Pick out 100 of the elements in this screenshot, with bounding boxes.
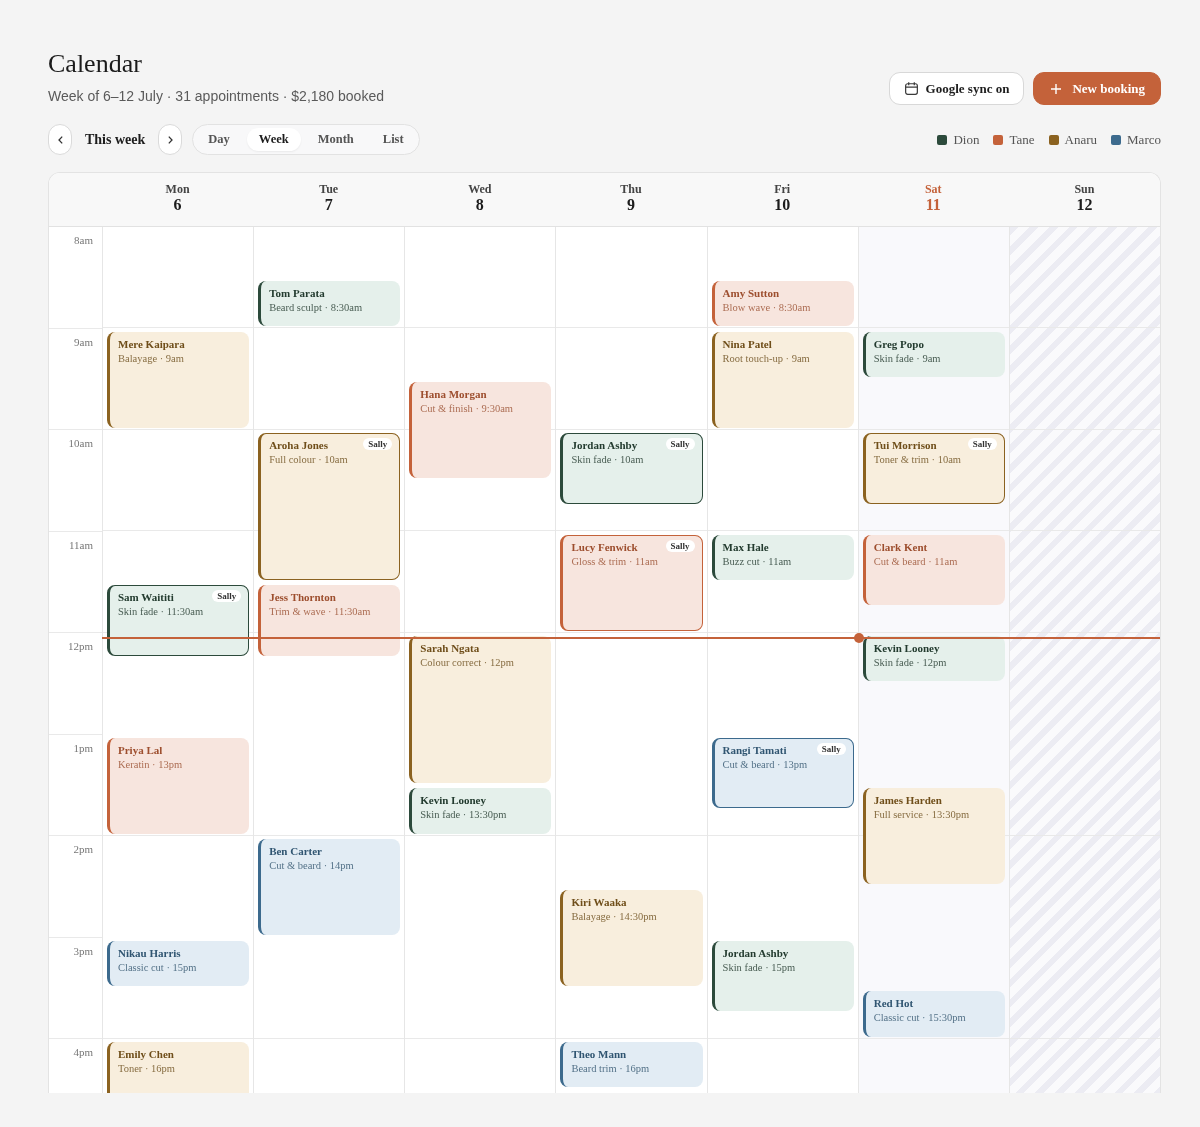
appointment-card[interactable]: Red Hot Classic cut · 15:30pm — [862, 991, 1005, 1037]
appointment-card[interactable]: Theo Mann Beard trim · 16pm — [560, 1042, 703, 1088]
service-time: Gloss & trim · 11am — [571, 554, 659, 569]
client-name: Kevin Looney — [420, 793, 486, 808]
service-time: Classic cut · 15pm — [118, 960, 198, 975]
previous-week-button[interactable] — [48, 124, 72, 155]
appointment-card[interactable]: Kiri Waaka Balayage · 14:30pm — [560, 889, 703, 986]
client-name: Max Hale — [722, 539, 769, 554]
stylist-tag: Sally — [212, 590, 242, 603]
hour-label: 11am — [68, 538, 93, 551]
legend-label: Marco — [1127, 131, 1161, 148]
client-name: Sam Waititi — [118, 590, 174, 605]
view-tab[interactable]: List — [370, 128, 416, 151]
hour-label: 4pm — [73, 1046, 93, 1058]
appointment-card[interactable]: Emily Chen Toner · 16pm — [107, 1042, 250, 1093]
service-time: Keratin · 13pm — [118, 757, 184, 772]
view-tab[interactable]: Day — [196, 128, 242, 151]
client-name: Priya Lal — [118, 742, 163, 757]
service-time: Cut & beard · 13pm — [722, 757, 809, 772]
appointment-card[interactable]: Tom Parata Beard sculpt · 8:30am — [258, 280, 401, 326]
service-time: Skin fade · 9am — [873, 351, 942, 366]
appointment-card[interactable]: Sam Waititi Sally Skin fade · 11:30am — [107, 585, 250, 656]
client-name: Jess Thornton — [269, 590, 336, 605]
client-name: Jordan Ashby — [571, 438, 638, 452]
weekday-label: Sat — [923, 182, 943, 196]
stylist-tag: Sally — [967, 438, 997, 450]
calendar-icon — [904, 82, 918, 95]
view-tab[interactable]: Month — [305, 128, 366, 151]
appointment-card[interactable]: Kevin Looney Skin fade · 13:30pm — [409, 788, 552, 834]
chevron-left-icon — [57, 135, 63, 144]
service-time: Blow wave · 8:30am — [722, 300, 812, 315]
appointment-card[interactable]: Greg Popo Skin fade · 9am — [862, 331, 1005, 377]
weekday-label: Mon — [164, 182, 191, 196]
service-time: Skin fade · 13:30pm — [420, 808, 508, 823]
appointment-card[interactable]: Mere Kaipara Balayage · 9am — [107, 331, 250, 428]
sync-button[interactable]: Google sync on — [888, 72, 1025, 105]
appointment-card[interactable]: Nina Patel Root touch-up · 9am — [711, 331, 854, 428]
date-label: 10 — [773, 196, 792, 214]
service-time: Trim & wave · 11:30am — [269, 605, 372, 620]
appointment-card[interactable]: Nikau Harris Classic cut · 15pm — [107, 940, 250, 986]
date-label: 9 — [626, 196, 636, 214]
service-time: Classic cut · 15:30pm — [873, 1011, 967, 1026]
service-time: Skin fade · 10am — [571, 453, 645, 467]
page-title: Calendar — [48, 48, 143, 80]
weekday-label: Wed — [467, 182, 493, 196]
client-name: Hana Morgan — [420, 387, 487, 402]
date-label: 12 — [1075, 196, 1094, 214]
hour-label: 1pm — [73, 741, 93, 754]
view-tab[interactable]: Week — [246, 128, 301, 151]
appointment-card[interactable]: James Harden Full service · 13:30pm — [862, 788, 1005, 885]
client-name: Rangi Tamati — [722, 742, 787, 757]
new-booking-button[interactable]: New booking — [1033, 72, 1161, 105]
appointment-card[interactable]: Sarah Ngata Colour correct · 12pm — [409, 636, 552, 783]
service-time: Cut & beard · 14pm — [269, 859, 355, 873]
appointment-card[interactable]: Jordan Ashby Sally Skin fade · 10am — [560, 433, 703, 504]
date-label: 6 — [172, 196, 183, 214]
hour-label: 10am — [68, 437, 93, 449]
service-time: Skin fade · 12pm — [873, 656, 948, 670]
stylist-tag: Sally — [665, 438, 695, 450]
client-name: Ben Carter — [269, 844, 322, 858]
weekday-label: Thu — [619, 182, 643, 196]
client-name: Greg Popo — [873, 336, 924, 351]
client-name: Mere Kaipara — [118, 336, 185, 351]
service-time: Toner & trim · 10am — [873, 453, 963, 467]
appointment-card[interactable]: Jordan Ashby Skin fade · 15pm — [711, 940, 854, 1012]
appointment-card[interactable]: Kevin Looney Skin fade · 12pm — [862, 636, 1005, 682]
service-time: Skin fade · 15pm — [722, 960, 797, 975]
service-time: Beard trim · 16pm — [571, 1062, 651, 1076]
service-time: Colour correct · 12pm — [420, 656, 515, 670]
client-name: Tui Morrison — [873, 438, 937, 452]
stylist-tag: Sally — [363, 438, 393, 450]
stylist-tag: Sally — [665, 539, 695, 552]
plus-icon — [1051, 83, 1062, 94]
appointment-card[interactable]: Tui Morrison Sally Toner & trim · 10am — [862, 433, 1005, 504]
appointment-card[interactable]: Aroha Jones Sally Full colour · 10am — [258, 433, 401, 580]
appointment-card[interactable]: Rangi Tamati Sally Cut & beard · 13pm — [711, 737, 854, 809]
appointment-card[interactable]: Lucy Fenwick Sally Gloss & trim · 11am — [560, 534, 703, 631]
appointment-card[interactable]: Hana Morgan Cut & finish · 9:30am — [409, 382, 552, 479]
service-time: Skin fade · 11:30am — [118, 605, 205, 620]
appointment-card[interactable]: Jess Thornton Trim & wave · 11:30am — [258, 585, 401, 656]
appointment-card[interactable]: Clark Kent Cut & beard · 11am — [862, 534, 1005, 606]
appointment-card[interactable]: Amy Sutton Blow wave · 8:30am — [711, 280, 854, 326]
period-label: This week — [85, 131, 146, 148]
client-name: Jordan Ashby — [722, 945, 789, 960]
weekday-label: Fri — [773, 182, 792, 196]
legend-label: Tane — [1009, 131, 1035, 148]
client-name: Nikau Harris — [118, 945, 181, 960]
hour-label: 3pm — [73, 944, 93, 957]
next-week-button[interactable] — [158, 124, 183, 155]
service-time: Buzz cut · 11am — [722, 554, 793, 569]
client-name: James Harden — [873, 793, 942, 808]
service-time: Cut & beard · 11am — [873, 554, 959, 569]
appointment-card[interactable]: Ben Carter Cut & beard · 14pm — [258, 839, 401, 935]
appointment-card[interactable]: Max Hale Buzz cut · 11am — [711, 534, 854, 580]
appointment-card[interactable]: Priya Lal Keratin · 13pm — [107, 737, 250, 834]
weekday-label: Sun — [1073, 182, 1096, 196]
client-name: Kevin Looney — [873, 641, 940, 655]
hour-label: 9am — [74, 335, 93, 348]
legend-label: Dion — [953, 131, 980, 148]
client-name: Theo Mann — [571, 1047, 627, 1061]
